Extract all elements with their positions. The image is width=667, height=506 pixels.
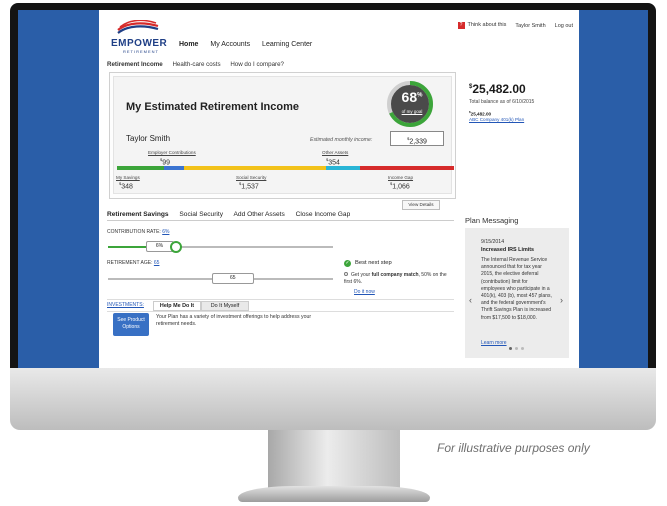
card-inner: My Estimated Retirement Income 68% of my… bbox=[113, 76, 454, 194]
chevron-left-icon[interactable]: ‹ bbox=[469, 295, 472, 305]
my-savings-value: $348 bbox=[119, 181, 133, 191]
goal-percent-unit: % bbox=[417, 92, 423, 99]
monthly-income-label: Estimated monthly income: bbox=[310, 137, 373, 143]
logo-wordmark: EMPOWER bbox=[111, 38, 168, 49]
account-link[interactable]: ABC Company 401(k) Plan bbox=[469, 117, 524, 122]
radio-dot-icon bbox=[344, 272, 348, 276]
income-gap-amount: 1,066 bbox=[392, 183, 410, 191]
card-title: My Estimated Retirement Income bbox=[126, 101, 299, 113]
retirement-age-link[interactable]: 65 bbox=[154, 260, 160, 266]
carousel-dot-3[interactable] bbox=[521, 347, 524, 350]
retirement-age-slider-thumb[interactable]: 65 bbox=[211, 273, 254, 284]
check-circle-icon: ✓ bbox=[344, 260, 351, 267]
nav-home[interactable]: Home bbox=[179, 41, 198, 48]
tab-close-income-gap[interactable]: Close Income Gap bbox=[296, 211, 351, 218]
nav-my-accounts[interactable]: My Accounts bbox=[210, 41, 250, 48]
goal-percent-value: 68 bbox=[401, 89, 418, 105]
best-next-step-title: Best next step bbox=[355, 260, 392, 266]
social-security-value: $1,537 bbox=[239, 181, 259, 191]
user-name[interactable]: Taylor Smith bbox=[515, 23, 545, 29]
view-details-button[interactable]: View Details bbox=[402, 200, 440, 210]
logo-tagline: RETIREMENT bbox=[123, 49, 159, 54]
monitor-chin bbox=[10, 368, 656, 430]
carousel-dot-2[interactable] bbox=[515, 347, 518, 350]
utility-nav: ? Think about this Taylor Smith Log out bbox=[457, 22, 573, 29]
total-balance: $25,482.00 bbox=[469, 82, 526, 96]
plan-messaging-title: Plan Messaging bbox=[465, 216, 519, 225]
think-about-this-label: Think about this bbox=[467, 22, 507, 28]
employer-contributions-label[interactable]: Employer Contributions bbox=[148, 150, 196, 155]
account-balance: $25,482.00 bbox=[469, 110, 492, 117]
other-assets-label[interactable]: Other Assets bbox=[322, 150, 348, 155]
participant-name: Taylor Smith bbox=[126, 134, 171, 143]
learn-more-link[interactable]: Learn more bbox=[481, 340, 507, 346]
monthly-income-amount: 2,339 bbox=[409, 138, 427, 146]
income-gap-label[interactable]: Income Gap bbox=[388, 175, 413, 180]
bar-segment-social-security bbox=[184, 166, 326, 170]
nav-learning-center[interactable]: Learning Center bbox=[262, 41, 312, 48]
flag-icon bbox=[117, 19, 159, 34]
carousel-dot-1[interactable] bbox=[509, 347, 512, 350]
bar-segment-income-gap bbox=[359, 166, 454, 170]
goal-percent: 68% bbox=[397, 89, 427, 105]
bar-segment-other-assets bbox=[325, 166, 360, 170]
tab-how-do-i-compare[interactable]: How do I compare? bbox=[230, 61, 284, 68]
main-nav: Home My Accounts Learning Center bbox=[179, 41, 322, 48]
goal-link[interactable]: of my goal bbox=[397, 109, 427, 114]
carousel-dots bbox=[509, 347, 524, 350]
tab-retirement-savings[interactable]: Retirement Savings bbox=[107, 211, 169, 218]
see-product-options-button[interactable]: See Product Options bbox=[113, 313, 149, 336]
tab-social-security[interactable]: Social Security bbox=[179, 211, 223, 218]
retirement-age-caption: RETIREMENT AGE: bbox=[107, 260, 153, 266]
do-it-now-link[interactable]: Do it now bbox=[354, 289, 375, 295]
retirement-income-card: My Estimated Retirement Income 68% of my… bbox=[109, 72, 456, 199]
message-body: The Internal Revenue Service announced t… bbox=[481, 257, 552, 321]
investment-description: Your Plan has a variety of investment of… bbox=[156, 314, 312, 327]
contribution-rate-caption: CONTRIBUTION RATE: bbox=[107, 229, 161, 235]
tab-retirement-income[interactable]: Retirement Income bbox=[107, 61, 163, 68]
income-breakdown-bar bbox=[117, 166, 454, 170]
bar-segment-employer bbox=[164, 166, 185, 170]
balance-date-note: Total balance as of 6/10/2015 bbox=[469, 99, 535, 105]
tab-do-it-myself[interactable]: Do It Myself bbox=[201, 301, 249, 311]
tab-health-care-costs[interactable]: Health-care costs bbox=[172, 61, 220, 68]
message-headline: Increased IRS Limits bbox=[481, 247, 535, 253]
contribution-rate-label: CONTRIBUTION RATE: 6% bbox=[107, 229, 169, 235]
other-assets-value: $354 bbox=[326, 157, 340, 167]
social-security-label[interactable]: Social Security bbox=[236, 175, 266, 180]
investments-bar: INVESTMENTS: Help Me Do It Do It Myself bbox=[107, 299, 454, 312]
contribution-slider-thumb[interactable] bbox=[169, 241, 182, 253]
illustrative-caption: For illustrative purposes only bbox=[437, 441, 590, 455]
tab-add-other-assets[interactable]: Add Other Assets bbox=[234, 211, 285, 218]
bns-text-bold: full company match bbox=[371, 272, 419, 278]
tab-help-me-do-it[interactable]: Help Me Do It bbox=[153, 301, 201, 311]
message-date: 9/15/2014 bbox=[481, 239, 505, 245]
investments-label[interactable]: INVESTMENTS: bbox=[107, 302, 144, 308]
bar-segment-savings bbox=[117, 166, 165, 170]
savings-tabs: Retirement Savings Social Security Add O… bbox=[107, 211, 454, 221]
best-next-step-text: Get your full company match, 50% on the … bbox=[344, 272, 452, 285]
chevron-right-icon[interactable]: › bbox=[560, 295, 563, 305]
social-security-amount: 1,537 bbox=[241, 183, 259, 191]
retirement-dashboard: EMPOWER RETIREMENT Home My Accounts Lear… bbox=[99, 10, 579, 368]
bns-text-before: Get your bbox=[351, 272, 372, 278]
logout-link[interactable]: Log out bbox=[555, 23, 573, 29]
income-gap-value: $1,066 bbox=[390, 181, 410, 191]
retirement-age-label: RETIREMENT AGE: 65 bbox=[107, 260, 159, 266]
think-about-this-link[interactable]: ? Think about this bbox=[457, 22, 507, 29]
monitor-stand-neck bbox=[268, 430, 400, 492]
think-icon: ? bbox=[457, 22, 465, 29]
total-balance-amount: 25,482.00 bbox=[472, 82, 526, 96]
my-savings-label[interactable]: My Savings bbox=[116, 175, 140, 180]
employer-contributions-value: $99 bbox=[160, 157, 171, 167]
contribution-rate-link[interactable]: 6% bbox=[162, 229, 169, 235]
monitor-stand-foot bbox=[238, 486, 430, 502]
account-balance-amount: 25,482.00 bbox=[470, 111, 492, 117]
sub-nav: Retirement Income Health-care costs How … bbox=[107, 61, 292, 68]
empower-logo[interactable]: EMPOWER RETIREMENT bbox=[111, 19, 171, 54]
monthly-income-value: $2,339 bbox=[390, 131, 444, 146]
my-savings-amount: 348 bbox=[121, 183, 133, 191]
